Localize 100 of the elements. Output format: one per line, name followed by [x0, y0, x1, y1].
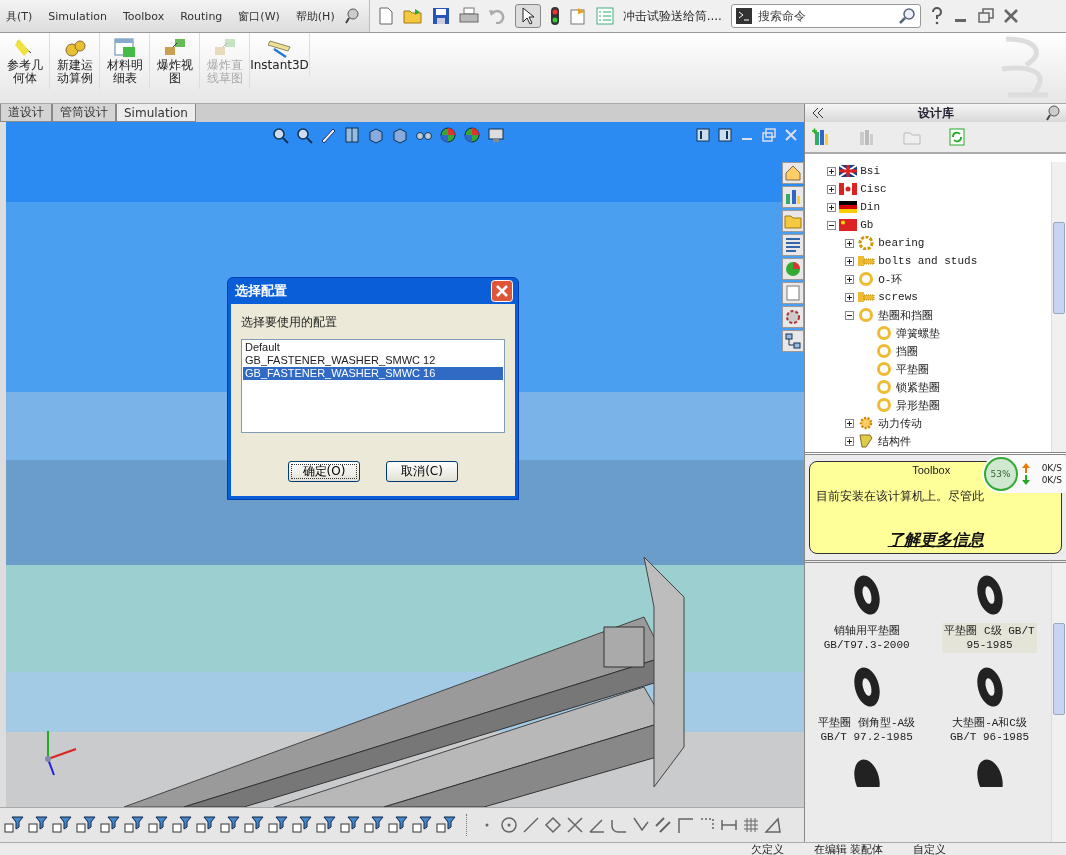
chart-icon[interactable]: [782, 186, 805, 208]
ribbon-button[interactable]: 新建运动算例: [50, 33, 100, 89]
expand-toggle[interactable]: [827, 202, 837, 212]
funnel-icon[interactable]: [196, 816, 216, 834]
funnel-icon[interactable]: [76, 816, 96, 834]
clipboard-icon[interactable]: [568, 7, 587, 25]
section-icon[interactable]: [343, 126, 361, 144]
expand-toggle[interactable]: [845, 256, 855, 266]
grid-icon[interactable]: [742, 816, 760, 834]
circle-icon[interactable]: [500, 816, 518, 834]
gear-icon[interactable]: [782, 306, 805, 328]
funnel-icon[interactable]: [28, 816, 48, 834]
folder-icon[interactable]: [782, 210, 805, 232]
tree-item[interactable]: bearing: [878, 237, 925, 249]
expand-toggle[interactable]: [845, 292, 855, 302]
close-icon[interactable]: [1002, 8, 1019, 24]
traffic-light-icon[interactable]: [549, 6, 560, 26]
funnel-icon[interactable]: [412, 816, 432, 834]
chamfer-icon[interactable]: [632, 816, 650, 834]
funnel-icon[interactable]: [244, 816, 264, 834]
split-right-icon[interactable]: [718, 128, 733, 142]
restore-icon[interactable]: [977, 8, 994, 24]
expand-toggle[interactable]: [827, 184, 837, 194]
more-info-link[interactable]: 了解更多信息: [887, 530, 984, 551]
expand-toggle[interactable]: [845, 418, 855, 428]
search-icon[interactable]: [897, 7, 916, 25]
washer-icon[interactable]: [974, 665, 1005, 709]
washer-icon[interactable]: [851, 757, 882, 787]
clipboard-icon[interactable]: [782, 282, 805, 304]
dialog-button[interactable]: 取消(C): [386, 461, 458, 482]
tree-item[interactable]: screws: [878, 291, 918, 303]
menu-item[interactable]: 具(T): [0, 8, 39, 24]
expand-toggle[interactable]: [845, 310, 855, 320]
funnel-icon[interactable]: [436, 816, 456, 834]
funnel-icon[interactable]: [148, 816, 168, 834]
expand-toggle[interactable]: [845, 436, 855, 446]
scrollbar[interactable]: [1051, 563, 1066, 842]
new-document-icon[interactable]: [377, 7, 394, 25]
ribbon-button[interactable]: 爆炸视图: [150, 33, 200, 89]
magnifier-icon[interactable]: [271, 126, 289, 144]
menu-item[interactable]: Toolbox: [116, 9, 171, 23]
magnifier-icon[interactable]: [295, 126, 313, 144]
polygon-icon[interactable]: [544, 816, 562, 834]
cube-icon[interactable]: [391, 126, 409, 144]
list-item[interactable]: GB_FASTENER_WASHER_SMWC 16: [243, 367, 503, 380]
tree-item[interactable]: 动力传动: [878, 415, 923, 431]
add-library-icon[interactable]: [811, 128, 830, 146]
tree-item[interactable]: Gb: [860, 219, 874, 231]
menu-item[interactable]: 窗口(W): [232, 8, 286, 24]
funnel-icon[interactable]: [220, 816, 240, 834]
ribbon-button[interactable]: 参考几何体: [0, 33, 50, 89]
save-icon[interactable]: [431, 7, 450, 25]
search-field[interactable]: 搜索命令: [730, 4, 921, 28]
menu-item[interactable]: 帮助(H): [289, 8, 341, 24]
cube-icon[interactable]: [367, 126, 385, 144]
house-icon[interactable]: [782, 162, 805, 184]
help-icon[interactable]: [929, 7, 944, 25]
tab[interactable]: 管筒设计: [52, 104, 116, 122]
tree-item[interactable]: 垫圈和挡圈: [878, 307, 934, 323]
ribbon-button[interactable]: 材料明细表: [100, 33, 150, 89]
monitor-icon[interactable]: [487, 126, 505, 144]
menu-item[interactable]: Routing: [174, 9, 229, 23]
part-label[interactable]: 销轴用平垫圈 GB/T97.3-2000: [821, 623, 912, 653]
angle-icon[interactable]: [588, 816, 606, 834]
line-icon[interactable]: [522, 816, 540, 834]
select-button[interactable]: [514, 4, 541, 28]
network-icon[interactable]: [782, 330, 805, 352]
funnel-icon[interactable]: [340, 816, 360, 834]
part-label[interactable]: 平垫圈 C级 GB/T 95-1985: [942, 623, 1037, 653]
list-icon[interactable]: [782, 234, 805, 256]
funnel-icon[interactable]: [4, 816, 24, 834]
list-item[interactable]: Default: [243, 341, 503, 354]
scrollbar[interactable]: [1051, 162, 1066, 452]
printer-icon[interactable]: [458, 7, 479, 25]
split-left-icon[interactable]: [696, 128, 711, 142]
tree-item[interactable]: 异形垫圈: [896, 397, 941, 413]
funnel-icon[interactable]: [52, 816, 72, 834]
corner-icon[interactable]: [676, 816, 694, 834]
funnel-icon[interactable]: [364, 816, 384, 834]
trim-icon[interactable]: [566, 816, 584, 834]
part-label[interactable]: 大垫圈-A和C级 GB/T 96-1985: [947, 715, 1032, 745]
funnel-icon[interactable]: [172, 816, 192, 834]
tree-item[interactable]: 弹簧螺垫: [896, 325, 941, 341]
washer-icon[interactable]: [851, 573, 882, 617]
triangle-icon[interactable]: [764, 816, 782, 834]
funnel-icon[interactable]: [124, 816, 144, 834]
refresh-icon[interactable]: [949, 128, 966, 146]
funnel-icon[interactable]: [316, 816, 336, 834]
tab[interactable]: Simulation: [116, 104, 196, 122]
expand-toggle[interactable]: [827, 166, 837, 176]
tree-item[interactable]: Cisc: [860, 183, 887, 195]
tree-item[interactable]: 锁紧垫圈: [896, 379, 941, 395]
collapse-icon[interactable]: [811, 107, 826, 119]
tree-item[interactable]: 结构件: [878, 433, 912, 449]
tree-item[interactable]: 挡圈: [896, 343, 919, 359]
tab[interactable]: 道设计: [0, 104, 52, 122]
expand-toggle[interactable]: [845, 274, 855, 284]
checklist-icon[interactable]: [595, 7, 614, 25]
tree-item[interactable]: Bsi: [860, 165, 881, 177]
expand-toggle[interactable]: [827, 220, 837, 230]
